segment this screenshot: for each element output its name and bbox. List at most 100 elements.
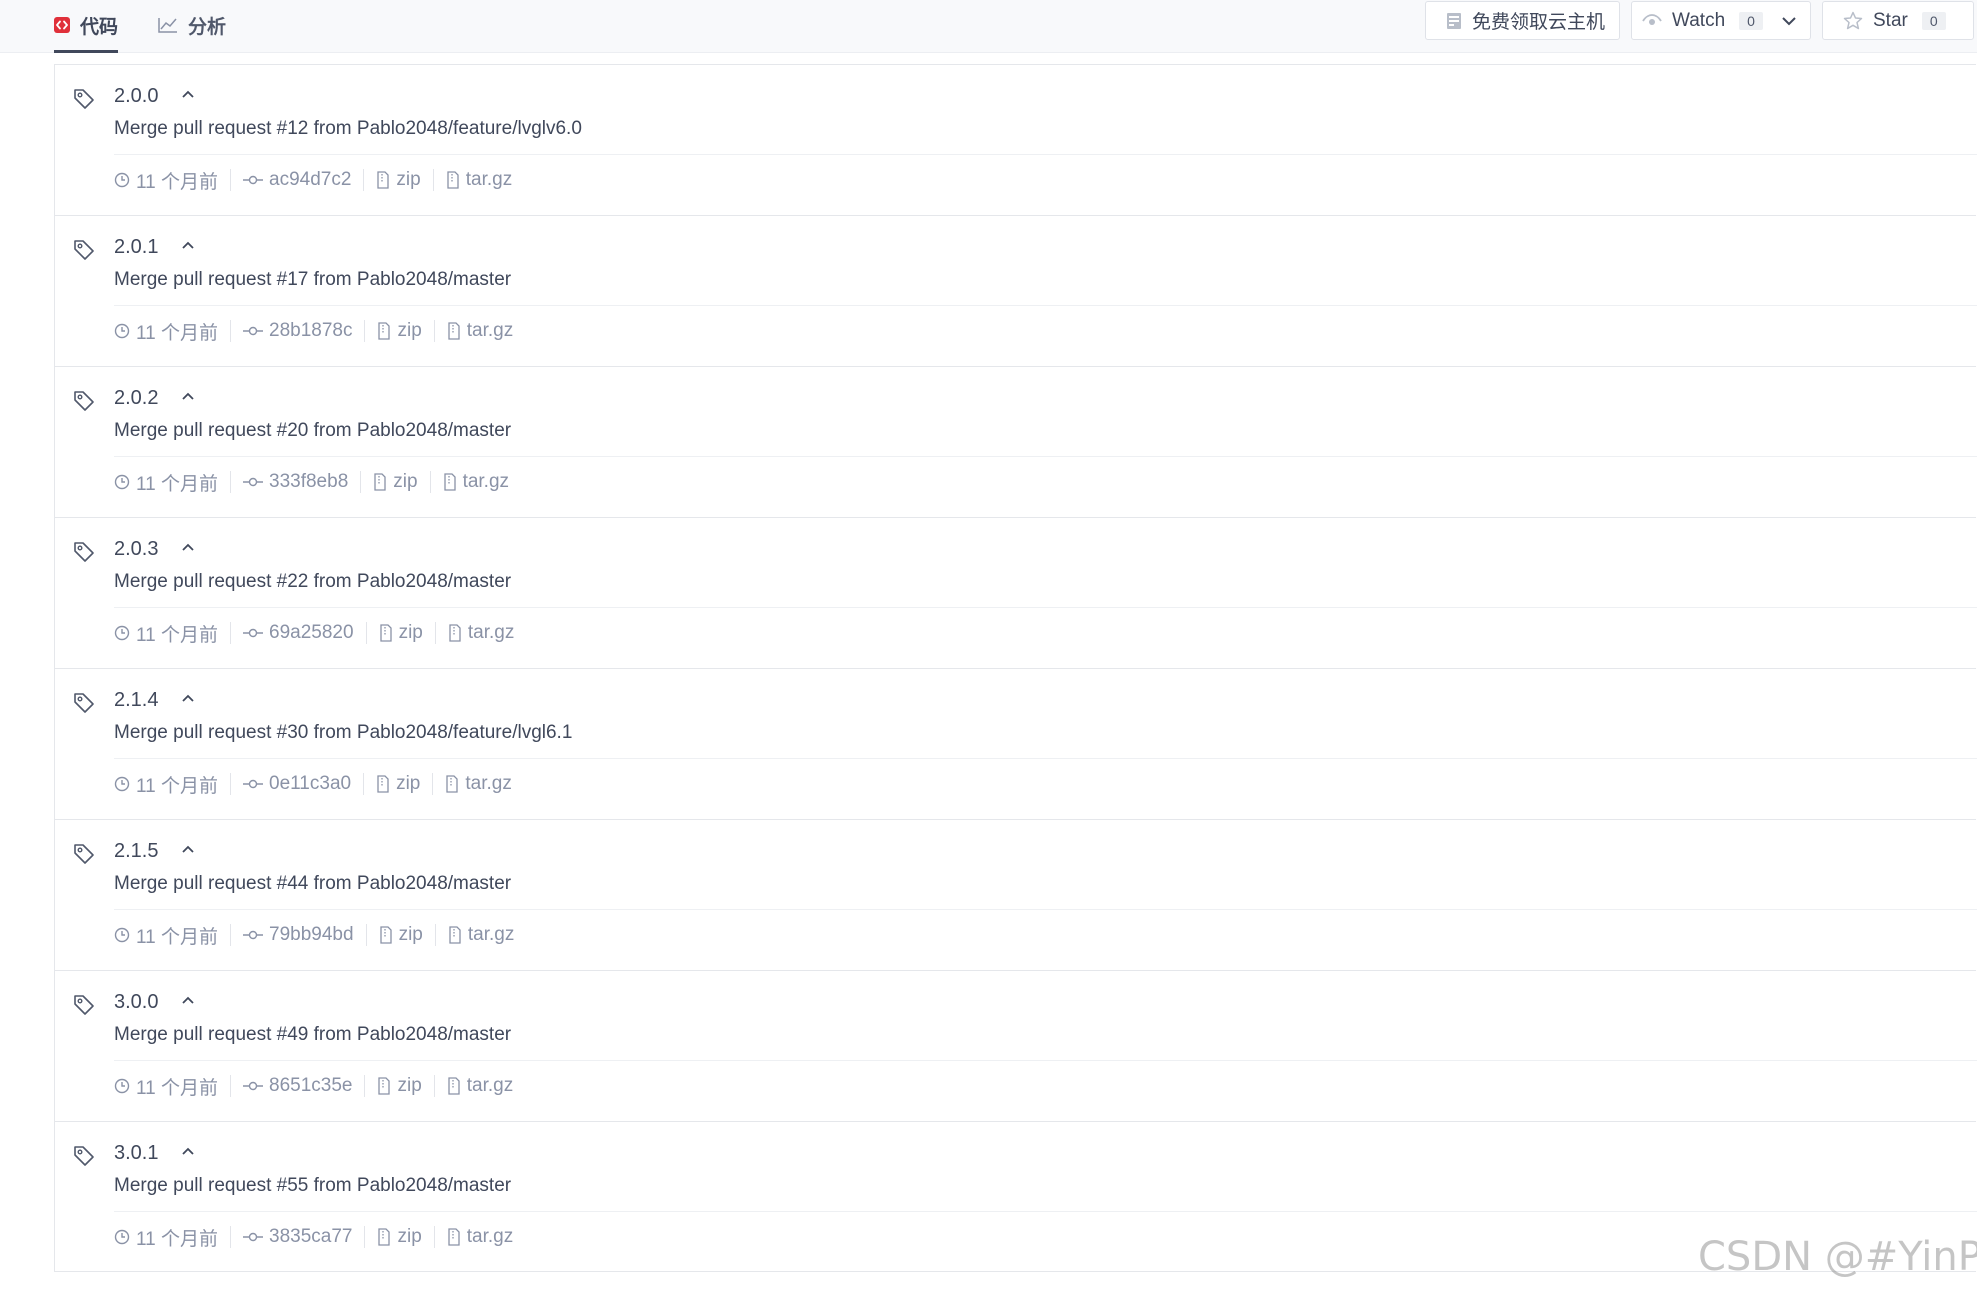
commit-hash-link[interactable]: 69a25820: [269, 622, 354, 644]
free-cloud-host-button[interactable]: 免费领取云主机: [1425, 1, 1620, 40]
collapse-caret-icon[interactable]: [181, 693, 195, 703]
tag-icon: [73, 843, 95, 865]
archive-icon: [447, 1077, 461, 1095]
targz-download-link[interactable]: tar.gz: [466, 169, 512, 191]
tag-time: 11 个月前: [136, 473, 219, 495]
targz-download-link[interactable]: tar.gz: [468, 924, 514, 946]
meta-divider: [434, 622, 436, 644]
meta-divider: [230, 320, 232, 342]
clock-icon: [114, 323, 130, 339]
commit-message: Merge pull request #22 from Pablo2048/ma…: [114, 571, 512, 592]
tab-code[interactable]: 代码: [54, 0, 118, 53]
meta-divider: [230, 471, 232, 493]
collapse-caret-icon[interactable]: [181, 542, 195, 552]
tag-version[interactable]: 2.0.0: [114, 85, 158, 108]
clock-icon: [114, 927, 130, 943]
collapse-caret-icon[interactable]: [181, 1146, 195, 1156]
archive-icon: [379, 926, 393, 944]
tag-item: 2.1.4 Merge pull request #30 from Pablo2…: [55, 669, 1977, 820]
divider: [114, 154, 1977, 155]
commit-hash-link[interactable]: 0e11c3a0: [269, 773, 351, 795]
meta-divider: [230, 169, 232, 191]
meta-divider: [363, 773, 365, 795]
collapse-caret-icon[interactable]: [181, 844, 195, 854]
targz-download-link[interactable]: tar.gz: [467, 1226, 513, 1248]
meta-divider: [230, 773, 232, 795]
commit-hash-link[interactable]: 79bb94bd: [269, 924, 354, 946]
zip-download-link[interactable]: zip: [396, 169, 420, 191]
zip-download-link[interactable]: zip: [397, 1075, 421, 1097]
tab-code-label: 代码: [80, 16, 119, 38]
tab-analysis-label: 分析: [188, 16, 227, 38]
targz-download-link[interactable]: tar.gz: [463, 471, 509, 493]
star-button[interactable]: Star 0: [1822, 1, 1974, 40]
commit-hash-link[interactable]: 333f8eb8: [269, 471, 348, 493]
archive-icon: [445, 775, 459, 793]
archive-icon: [448, 926, 462, 944]
tag-version[interactable]: 2.0.2: [114, 387, 158, 410]
commit-hash-link[interactable]: ac94d7c2: [269, 169, 351, 191]
targz-download-link[interactable]: tar.gz: [465, 773, 511, 795]
clock-icon: [114, 1078, 130, 1094]
zip-download-link[interactable]: zip: [397, 1226, 421, 1248]
tag-time: 11 个月前: [136, 775, 219, 797]
star-label: Star: [1873, 9, 1908, 31]
chevron-down-icon[interactable]: [1781, 16, 1797, 26]
tag-version[interactable]: 3.0.1: [114, 1142, 158, 1165]
archive-icon: [377, 1228, 391, 1246]
zip-download-link[interactable]: zip: [397, 320, 421, 342]
tag-item: 2.0.3 Merge pull request #22 from Pablo2…: [55, 518, 1977, 669]
meta-divider: [365, 924, 367, 946]
meta-divider: [364, 320, 366, 342]
collapse-caret-icon[interactable]: [181, 995, 195, 1005]
clock-icon: [114, 625, 130, 641]
archive-icon: [447, 322, 461, 340]
free-cloud-host-label: 免费领取云主机: [1472, 12, 1606, 33]
tag-meta: 11 个月前 69a25820 zip tar.gz: [114, 620, 514, 646]
divider: [114, 456, 1977, 457]
meta-divider: [230, 622, 232, 644]
archive-icon: [448, 624, 462, 642]
collapse-caret-icon[interactable]: [181, 240, 195, 250]
commit-hash-link[interactable]: 8651c35e: [269, 1075, 352, 1097]
tag-meta: 11 个月前 3835ca77 zip tar.gz: [114, 1224, 513, 1250]
tag-meta: 11 个月前 0e11c3a0 zip tar.gz: [114, 771, 512, 797]
watch-label: Watch: [1672, 9, 1726, 31]
collapse-caret-icon[interactable]: [181, 89, 195, 99]
watch-button[interactable]: Watch 0: [1631, 1, 1811, 40]
tag-version[interactable]: 3.0.0: [114, 991, 158, 1014]
tag-item: 3.0.0 Merge pull request #49 from Pablo2…: [55, 971, 1977, 1122]
commit-message: Merge pull request #55 from Pablo2048/ma…: [114, 1175, 512, 1196]
tag-icon: [73, 390, 95, 412]
meta-divider: [230, 1075, 232, 1097]
commit-message: Merge pull request #44 from Pablo2048/ma…: [114, 873, 512, 894]
collapse-caret-icon[interactable]: [181, 391, 195, 401]
targz-download-link[interactable]: tar.gz: [467, 320, 513, 342]
targz-download-link[interactable]: tar.gz: [467, 1075, 513, 1097]
commit-message: Merge pull request #12 from Pablo2048/fe…: [114, 118, 582, 139]
meta-divider: [360, 471, 362, 493]
tag-icon: [73, 994, 95, 1016]
commit-icon: [243, 174, 264, 186]
tag-version[interactable]: 2.0.1: [114, 236, 158, 259]
tab-analysis[interactable]: 分析: [158, 0, 226, 50]
meta-divider: [364, 1226, 366, 1248]
tag-version[interactable]: 2.1.5: [114, 840, 158, 863]
tag-version[interactable]: 2.0.3: [114, 538, 158, 561]
tag-version[interactable]: 2.1.4: [114, 689, 158, 712]
tag-meta: 11 个月前 333f8eb8 zip tar.gz: [114, 469, 509, 495]
commit-icon: [243, 627, 264, 639]
targz-download-link[interactable]: tar.gz: [468, 622, 514, 644]
commit-icon: [243, 1231, 264, 1243]
zip-download-link[interactable]: zip: [396, 773, 420, 795]
commit-hash-link[interactable]: 3835ca77: [269, 1226, 352, 1248]
tag-time: 11 个月前: [136, 1228, 219, 1250]
commit-hash-link[interactable]: 28b1878c: [269, 320, 352, 342]
clock-icon: [114, 474, 130, 490]
tag-item: 2.0.0 Merge pull request #12 from Pablo2…: [55, 65, 1977, 216]
zip-download-link[interactable]: zip: [399, 622, 423, 644]
zip-download-link[interactable]: zip: [399, 924, 423, 946]
zip-download-link[interactable]: zip: [393, 471, 417, 493]
meta-divider: [434, 924, 436, 946]
commit-message: Merge pull request #17 from Pablo2048/ma…: [114, 269, 512, 290]
